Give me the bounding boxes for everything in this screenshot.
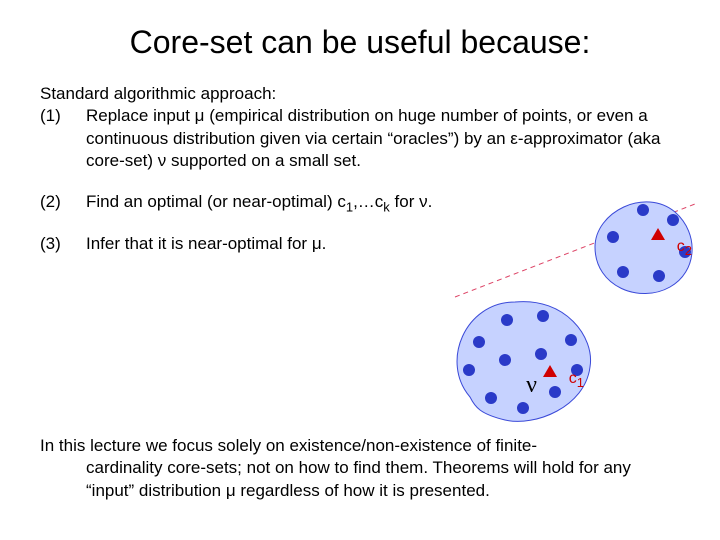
item-1-text: Replace input μ (empirical distribution … [86, 105, 680, 172]
center-label-c1: c1 [569, 370, 584, 390]
center-marker-c1 [543, 365, 557, 377]
item-2-number: (2) [40, 191, 86, 216]
slide-title: Core-set can be useful because: [40, 24, 680, 61]
item-1-number: (1) [40, 105, 86, 172]
center-label-c2: c2 [677, 238, 692, 258]
closing-lead: In this lecture we focus solely on exist… [40, 436, 537, 455]
item-3-number: (3) [40, 233, 86, 255]
intro-line: Standard algorithmic approach: [40, 83, 680, 105]
closing-paragraph: In this lecture we focus solely on exist… [40, 435, 680, 502]
item-1: (1) Replace input μ (empirical distribut… [40, 105, 680, 172]
center-marker-c2 [651, 228, 665, 240]
closing-rest: cardinality core-sets; not on how to fin… [40, 457, 680, 502]
nu-label: ν [526, 372, 537, 399]
